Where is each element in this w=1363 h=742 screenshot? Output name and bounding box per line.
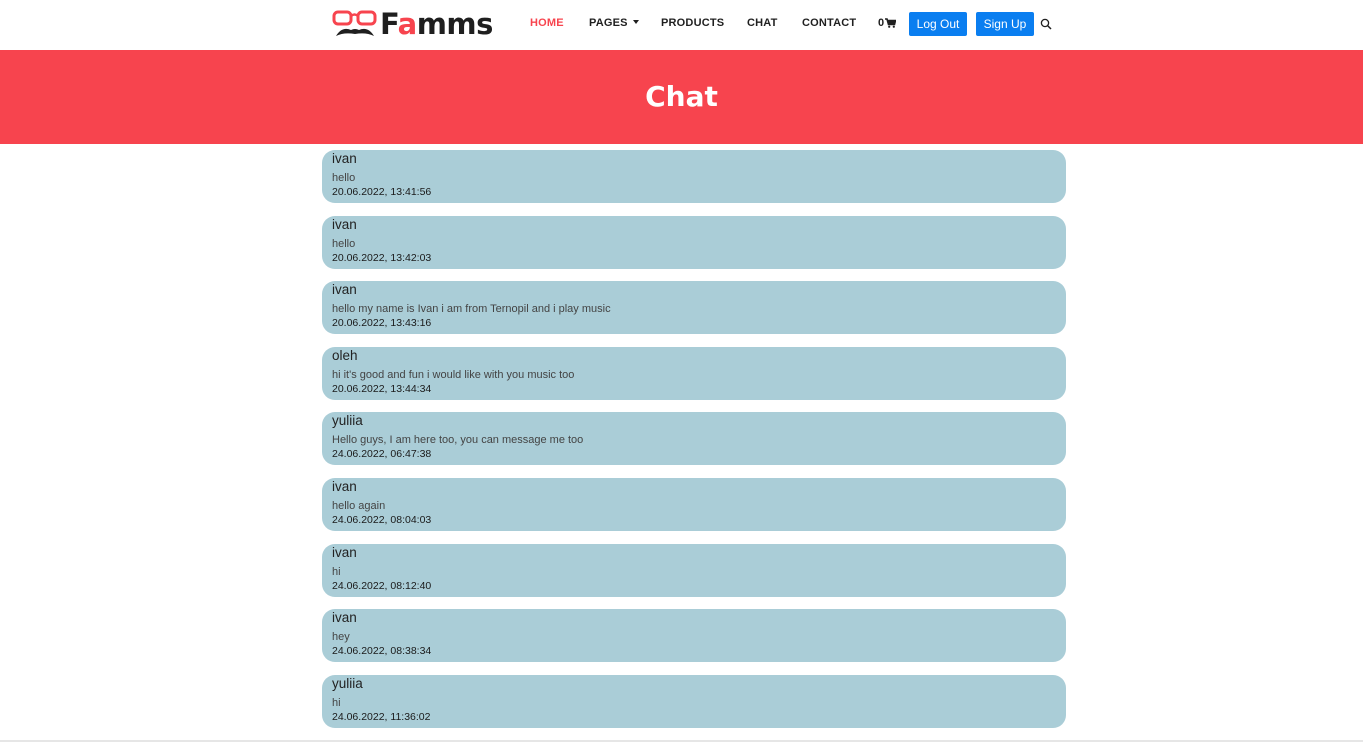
message-author: ivan [332, 151, 357, 166]
page-title: Chat [645, 80, 718, 113]
message-author: ivan [332, 610, 357, 626]
chat-message: oleh hi it's good and fun i would like w… [322, 346, 1066, 400]
logout-button[interactable]: Log Out [909, 12, 967, 36]
cart-count: 0 [878, 17, 885, 29]
message-text: hello my name is Ivan i am from Ternopil… [332, 303, 611, 316]
nav-pages-label: PAGES [589, 17, 628, 29]
message-author: yuliia [332, 413, 363, 429]
chat-message: ivan hi 24.06.2022, 08:12:40 [322, 543, 1066, 597]
message-timestamp: 24.06.2022, 06:47:38 [332, 448, 432, 461]
message-text: hi [332, 696, 341, 709]
message-author: oleh [332, 347, 358, 363]
chat-message: ivan hey 24.06.2022, 08:38:34 [322, 609, 1066, 663]
nav-chat[interactable]: CHAT [747, 16, 778, 30]
hero-banner: Chat [0, 50, 1363, 144]
brand-name: Famms [380, 7, 493, 41]
message-text: hi it's good and fun i would like with y… [332, 368, 575, 381]
chat-message: ivan hello my name is Ivan i am from Ter… [322, 281, 1066, 335]
message-text: hey [332, 631, 350, 644]
nav-home[interactable]: HOME [530, 16, 564, 30]
message-timestamp: 24.06.2022, 08:38:34 [332, 645, 432, 658]
message-timestamp: 20.06.2022, 13:41:56 [332, 186, 432, 198]
message-author: ivan [332, 478, 357, 494]
glasses-mustache-icon [332, 10, 377, 36]
message-timestamp: 24.06.2022, 08:04:03 [332, 513, 432, 526]
message-timestamp: 24.06.2022, 08:12:40 [332, 579, 432, 592]
chat-message-list: ivan hello 20.06.2022, 13:41:56 ivan hel… [322, 150, 1066, 740]
nav-products[interactable]: PRODUCTS [661, 16, 724, 30]
chat-message: yuliia hi 24.06.2022, 11:36:02 [322, 674, 1066, 728]
chat-message: yuliia Hello guys, I am here too, you ca… [322, 412, 1066, 466]
signup-button[interactable]: Sign Up [976, 12, 1034, 36]
message-text: hello [332, 172, 356, 184]
chat-message: ivan hello 20.06.2022, 13:41:56 [322, 150, 1066, 203]
cart-link[interactable]: 0 [878, 16, 897, 30]
cart-icon [885, 18, 897, 28]
chat-message: ivan hello again 24.06.2022, 08:04:03 [322, 477, 1066, 531]
brand-logo[interactable]: Famms [332, 7, 493, 41]
message-text: hello again [332, 499, 386, 512]
message-author: yuliia [332, 675, 363, 691]
message-text: hello [332, 237, 356, 250]
nav-contact[interactable]: CONTACT [802, 16, 856, 30]
navbar: Famms HOME PAGES PRODUCTS CHAT CONTACT 0… [0, 0, 1363, 50]
caret-down-icon [632, 20, 639, 24]
nav-pages[interactable]: PAGES [589, 16, 639, 30]
chat-message: ivan hello 20.06.2022, 13:42:03 [322, 215, 1066, 269]
message-timestamp: 20.06.2022, 13:44:34 [332, 382, 432, 395]
search-icon[interactable] [1040, 18, 1052, 30]
message-author: ivan [332, 544, 357, 560]
message-timestamp: 20.06.2022, 13:42:03 [332, 251, 432, 264]
message-timestamp: 20.06.2022, 13:43:16 [332, 317, 432, 330]
message-timestamp: 24.06.2022, 11:36:02 [332, 710, 431, 723]
message-author: ivan [332, 282, 357, 298]
message-text: hi [332, 565, 341, 578]
message-author: ivan [332, 216, 357, 232]
message-text: Hello guys, I am here too, you can messa… [332, 434, 584, 447]
